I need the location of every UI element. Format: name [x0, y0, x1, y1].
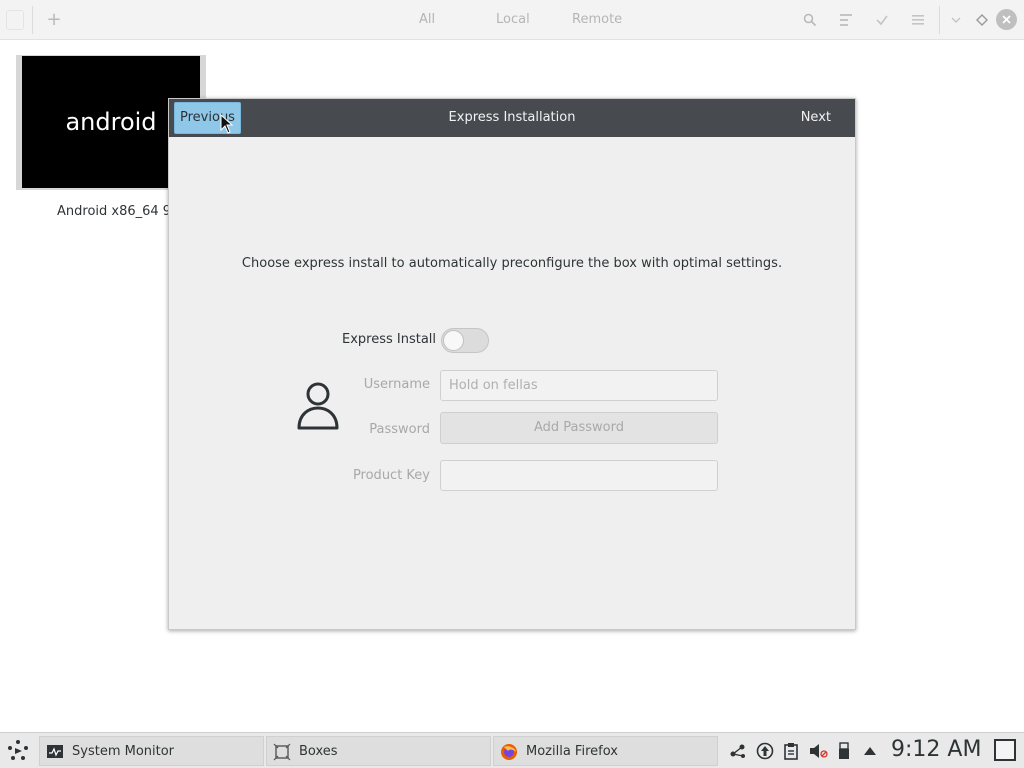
header-separator — [32, 6, 33, 34]
task-label: Mozilla Firefox — [526, 744, 618, 759]
task-label: Boxes — [299, 744, 338, 759]
mouse-cursor-icon — [220, 114, 234, 134]
selection-mode-icon[interactable] — [836, 10, 856, 30]
tab-local[interactable]: Local — [496, 12, 530, 27]
diamond-icon[interactable] — [972, 10, 992, 30]
boxes-header-bar: + All Local Remote — [0, 0, 1024, 40]
system-monitor-icon — [47, 745, 63, 758]
username-value: Hold on fellas — [449, 378, 538, 393]
application-launcher-icon[interactable] — [4, 737, 32, 765]
close-icon[interactable] — [996, 9, 1017, 30]
task-label: System Monitor — [72, 744, 175, 759]
tray-expand-icon[interactable] — [860, 741, 880, 761]
user-avatar-icon — [297, 382, 339, 430]
volume-muted-icon[interactable] — [808, 741, 828, 761]
header-separator — [939, 6, 940, 34]
firefox-icon — [501, 744, 517, 760]
box-label[interactable]: Android x86_64 9 — [57, 204, 171, 219]
boxes-icon — [273, 743, 291, 761]
chevron-down-icon[interactable] — [946, 10, 966, 30]
network-icon[interactable] — [728, 741, 748, 761]
task-firefox[interactable]: Mozilla Firefox — [493, 736, 718, 766]
new-box-button[interactable]: + — [44, 8, 64, 32]
tab-all[interactable]: All — [419, 12, 435, 27]
header-left-button[interactable] — [6, 10, 24, 30]
password-label: Password — [369, 422, 430, 437]
check-icon[interactable] — [872, 10, 892, 30]
list-view-icon[interactable] — [908, 10, 928, 30]
task-system-monitor[interactable]: System Monitor — [39, 736, 264, 766]
express-install-toggle[interactable] — [441, 328, 489, 353]
tab-remote[interactable]: Remote — [572, 12, 622, 27]
show-desktop-button[interactable] — [994, 739, 1016, 761]
next-button[interactable]: Next — [801, 99, 831, 137]
intro-text: Choose express install to automatically … — [241, 256, 783, 271]
username-field[interactable]: Hold on fellas — [440, 370, 718, 401]
clock[interactable]: 9:12 AM — [891, 737, 981, 762]
product-key-field[interactable] — [440, 460, 718, 491]
username-label: Username — [363, 377, 430, 392]
taskbar: System Monitor Boxes Mozilla Firefox 9:1… — [0, 732, 1024, 768]
search-icon[interactable] — [800, 10, 820, 30]
clipboard-icon[interactable] — [781, 741, 801, 761]
add-password-button[interactable]: Add Password — [440, 412, 718, 444]
usb-icon[interactable] — [834, 741, 854, 761]
update-icon[interactable] — [755, 741, 775, 761]
dialog-titlebar: Express Installation Previous Next — [169, 99, 855, 137]
toggle-knob — [443, 330, 464, 351]
product-key-label: Product Key — [352, 468, 430, 483]
express-installation-dialog: Express Installation Previous Next Choos… — [168, 98, 856, 630]
express-install-label: Express Install — [342, 332, 437, 347]
task-boxes[interactable]: Boxes — [266, 736, 491, 766]
dialog-title: Express Installation — [448, 110, 576, 125]
